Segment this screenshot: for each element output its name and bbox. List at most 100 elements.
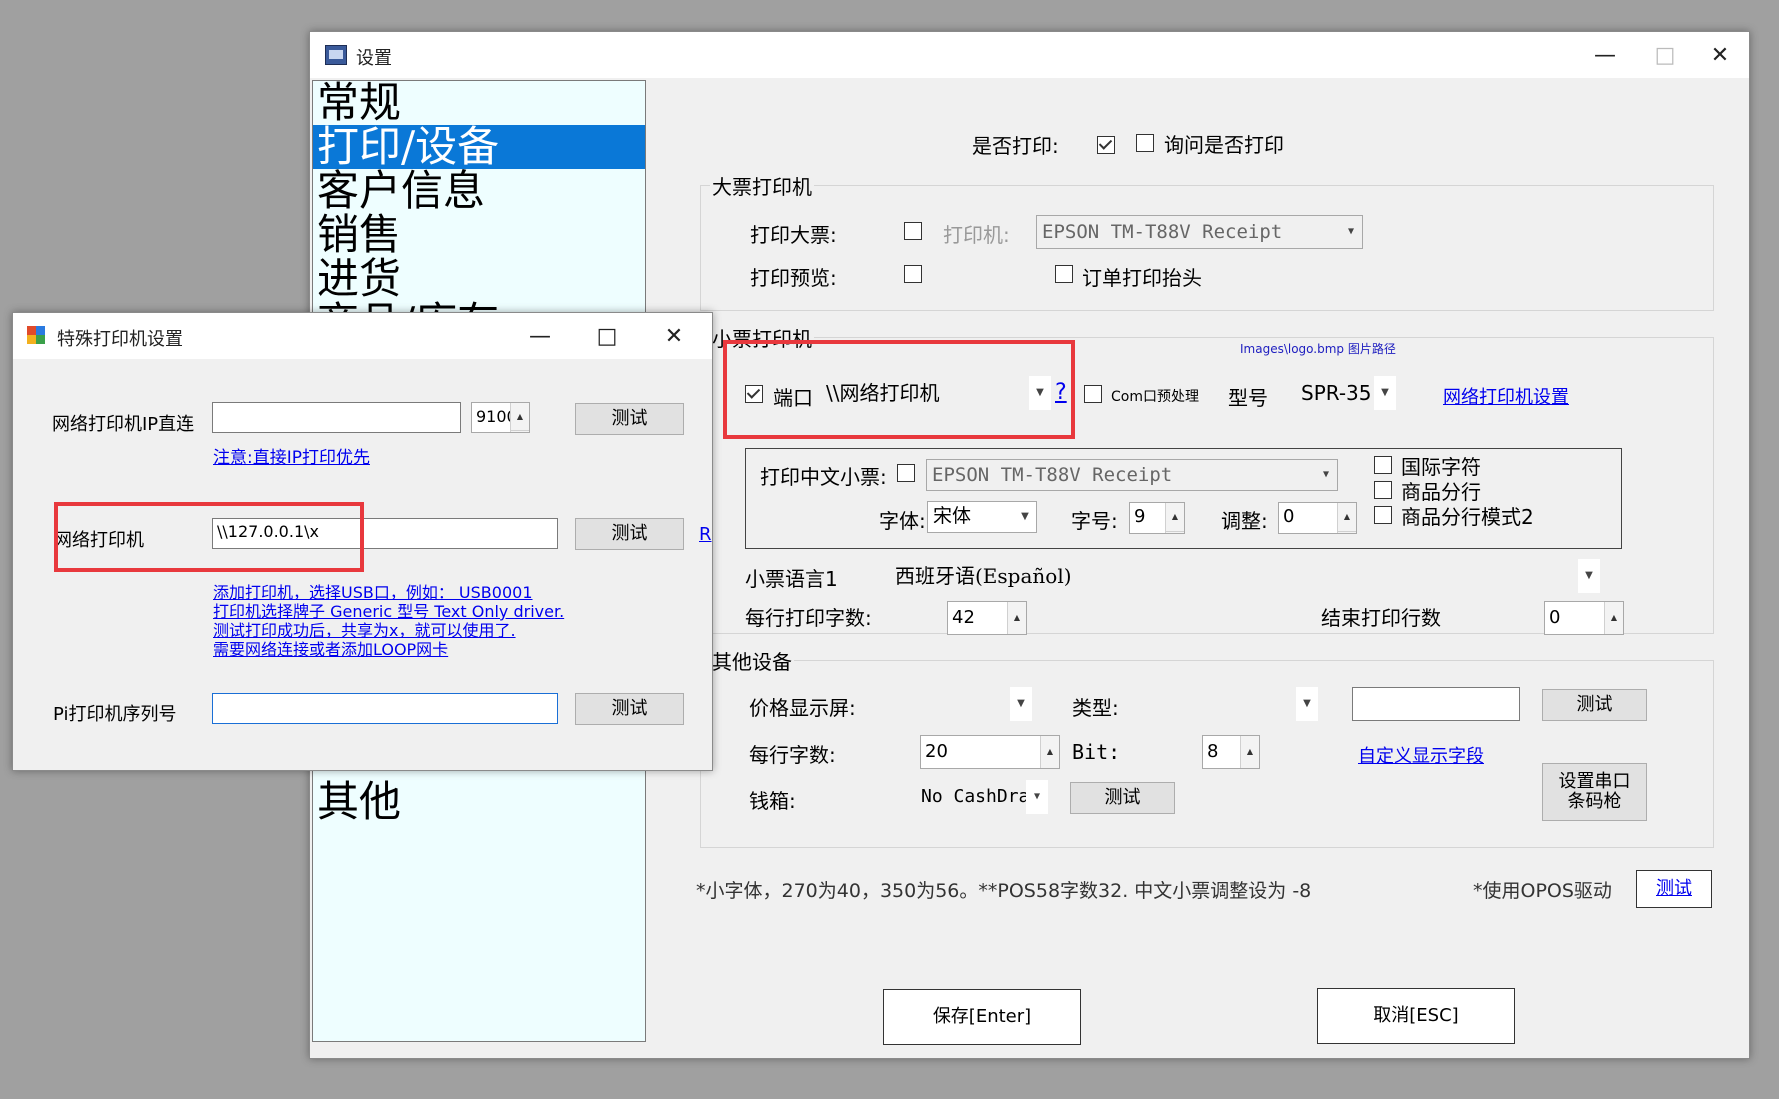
network-printer-test-button[interactable]: 测试 xyxy=(575,518,684,550)
dialog-title-bar[interactable]: 特殊打印机设置 — □ ✕ xyxy=(13,313,712,359)
ask-print-label: 询问是否打印 xyxy=(1164,133,1284,157)
display-chars-value: 20 xyxy=(925,741,948,762)
price-display-select[interactable]: ▼ xyxy=(896,687,1032,721)
chars-per-line-stepper[interactable]: 42▲▼ xyxy=(947,601,1027,635)
pi-printer-input[interactable] xyxy=(212,693,558,724)
title-bar[interactable]: 设置 — □ ✕ xyxy=(310,32,1749,78)
model-select[interactable]: SPR-35 ▼ xyxy=(1296,376,1396,410)
print-toggle-checkbox[interactable] xyxy=(1097,136,1115,154)
spin-up-icon[interactable]: ▲ xyxy=(1008,602,1026,634)
intl-chars-checkbox[interactable] xyxy=(1374,456,1392,474)
ip-direct-test-button[interactable]: 测试 xyxy=(575,403,684,435)
com-preprocess-checkbox[interactable] xyxy=(1084,385,1102,403)
spin-up-icon[interactable]: ▲ xyxy=(1605,602,1623,634)
spin-up-icon[interactable]: ▲ xyxy=(1166,503,1184,532)
adjust-stepper[interactable]: 0 ▲▼ xyxy=(1278,502,1357,534)
nav-item-purchase[interactable]: 进货 xyxy=(313,257,645,301)
big-printer-value: EPSON TM-T88V Receipt xyxy=(1042,221,1283,243)
highlight-box-network-printer xyxy=(54,502,364,572)
chevron-down-icon: ▼ xyxy=(1347,226,1355,237)
item-wrap-checkbox[interactable] xyxy=(1374,481,1392,499)
chinese-receipt-label: 打印中文小票: xyxy=(760,465,887,489)
spin-down-icon[interactable]: ▼ xyxy=(1166,532,1184,533)
language-label: 小票语言1 xyxy=(745,567,838,591)
dialog-maximize-button[interactable]: □ xyxy=(577,313,637,359)
font-select[interactable]: 宋体 ▼ xyxy=(927,501,1037,533)
device-input[interactable] xyxy=(1352,687,1520,721)
close-button[interactable]: ✕ xyxy=(1690,32,1750,78)
bit-value: 8 xyxy=(1207,741,1219,762)
ip-direct-input[interactable] xyxy=(212,402,461,433)
display-chars-stepper[interactable]: 20▲▼ xyxy=(920,735,1060,769)
serial-scanner-button[interactable]: 设置串口条码枪 xyxy=(1542,763,1647,821)
highlight-box-port xyxy=(723,340,1075,439)
order-header-checkbox[interactable] xyxy=(1055,265,1073,283)
preview-checkbox[interactable] xyxy=(904,265,922,283)
dialog-close-button[interactable]: ✕ xyxy=(644,313,704,359)
chinese-printer-value: EPSON TM-T88V Receipt xyxy=(932,464,1173,486)
adjust-value: 0 xyxy=(1283,506,1295,527)
print-big-checkbox[interactable] xyxy=(904,222,922,240)
network-printer-settings-link[interactable]: 网络打印机设置 xyxy=(1443,383,1569,409)
footnote: *小字体，270为40，350为56。**POS58字数32. 中文小票调整设为… xyxy=(696,880,1312,902)
nav-item-print-device[interactable]: 打印/设备 xyxy=(313,125,645,169)
nav-item-sales[interactable]: 销售 xyxy=(313,213,645,257)
size-stepper[interactable]: 9 ▲▼ xyxy=(1129,502,1185,534)
maximize-button[interactable]: □ xyxy=(1635,32,1695,78)
big-printer-select[interactable]: EPSON TM-T88V Receipt ▼ xyxy=(1036,215,1363,249)
item-wrap2-label: 商品分行模式2 xyxy=(1401,505,1534,529)
end-lines-label: 结束打印行数 xyxy=(1321,606,1441,630)
spin-down-icon[interactable]: ▼ xyxy=(1338,532,1356,533)
spin-up-icon[interactable]: ▲ xyxy=(1338,503,1356,532)
opos-label: *使用OPOS驱动 xyxy=(1473,880,1612,902)
device-test-button[interactable]: 测试 xyxy=(1542,689,1647,721)
special-printer-dialog: 特殊打印机设置 — □ ✕ 网络打印机IP直连 9100▲▼ 测试 注意:直接I… xyxy=(12,312,713,771)
spin-down-icon[interactable]: ▼ xyxy=(511,431,529,432)
custom-display-field-link[interactable]: 自定义显示字段 xyxy=(1358,742,1484,768)
chevron-down-icon: ▼ xyxy=(1374,376,1396,410)
minimize-button[interactable]: — xyxy=(1575,32,1635,78)
help-text-block: 添加打印机，选择USB口，例如： USB0001 打印机选择牌子 Generic… xyxy=(213,583,564,659)
item-wrap2-checkbox[interactable] xyxy=(1374,506,1392,524)
nav-item-customer[interactable]: 客户信息 xyxy=(313,169,645,213)
language-select[interactable]: 西班牙语(Español) ▼ xyxy=(890,559,1600,593)
opos-test-button[interactable]: 测试 xyxy=(1636,870,1712,908)
ip-direct-label: 网络打印机IP直连 xyxy=(52,414,195,435)
print-big-label: 打印大票: xyxy=(750,223,837,247)
printer-app-icon xyxy=(27,326,45,344)
spin-up-icon[interactable]: ▲ xyxy=(1041,736,1059,768)
chinese-receipt-checkbox[interactable] xyxy=(897,464,915,482)
other-devices-group-label: 其他设备 xyxy=(710,646,794,675)
spin-up-icon[interactable]: ▲ xyxy=(1241,736,1259,768)
chars-per-line-value: 42 xyxy=(952,607,975,628)
dialog-minimize-button[interactable]: — xyxy=(510,313,570,359)
ask-print-checkbox[interactable] xyxy=(1136,134,1154,152)
chevron-down-icon: ▼ xyxy=(1296,687,1318,721)
window-title: 设置 xyxy=(356,48,392,69)
order-header-label: 订单打印抬头 xyxy=(1082,266,1202,290)
pi-printer-test-button[interactable]: 测试 xyxy=(575,693,684,725)
nav-item-general[interactable]: 常规 xyxy=(313,81,645,125)
network-printer-r-link[interactable]: R xyxy=(699,524,712,545)
ip-priority-note[interactable]: 注意:直接IP打印优先 xyxy=(213,443,370,468)
cancel-button[interactable]: 取消[ESC] xyxy=(1317,988,1515,1044)
type-select[interactable]: ▼ xyxy=(1146,687,1318,721)
size-label: 字号: xyxy=(1071,509,1118,533)
chinese-printer-select[interactable]: EPSON TM-T88V Receipt ▼ xyxy=(926,459,1338,491)
printer-label: 打印机: xyxy=(943,223,1010,247)
save-button[interactable]: 保存[Enter] xyxy=(883,989,1081,1045)
bit-label: Bit: xyxy=(1072,740,1121,764)
help-line: 打印机选择牌子 Generic 型号 Text Only driver. xyxy=(213,602,565,621)
chevron-down-icon: ▼ xyxy=(1026,780,1048,814)
end-lines-stepper[interactable]: 0▲▼ xyxy=(1544,601,1624,635)
cashdrawer-test-button[interactable]: 测试 xyxy=(1070,782,1175,814)
cashdrawer-value: No CashDra xyxy=(921,786,1030,807)
bit-stepper[interactable]: 8▲▼ xyxy=(1202,735,1260,769)
nav-item-other[interactable]: 其他 xyxy=(313,780,401,824)
chevron-down-icon: ▼ xyxy=(1322,469,1330,480)
spin-up-icon[interactable]: ▲ xyxy=(511,403,529,431)
logo-path-note: Images\logo.bmp 图片路径 xyxy=(1240,342,1396,356)
ip-port-stepper[interactable]: 9100▲▼ xyxy=(471,402,530,433)
cashdrawer-select[interactable]: No CashDra ▼ xyxy=(916,780,1048,814)
com-preprocess-label: Com口预处理 xyxy=(1111,389,1199,405)
